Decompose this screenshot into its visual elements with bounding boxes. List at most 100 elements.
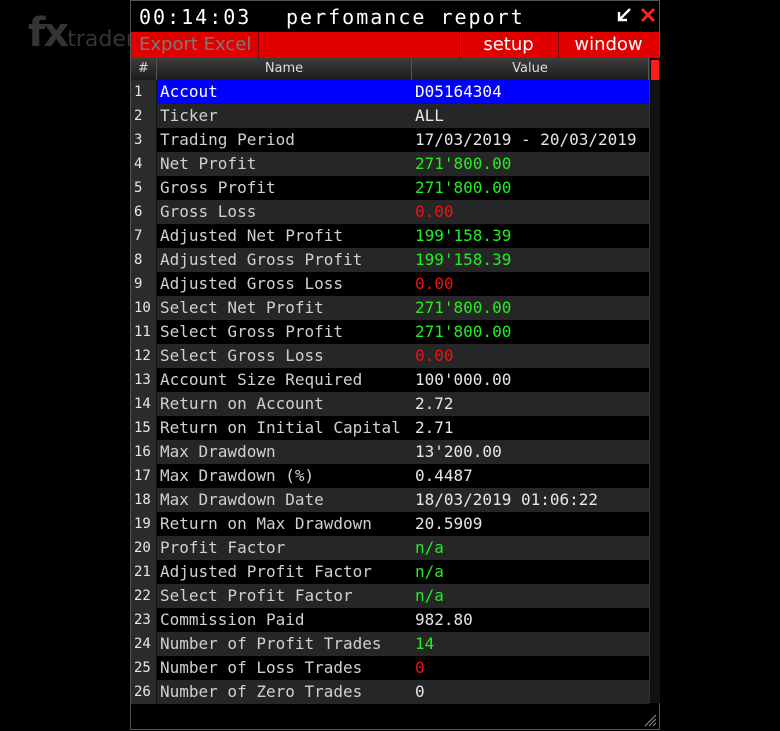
row-index: 20 (131, 536, 157, 560)
row-index: 23 (131, 608, 157, 632)
metric-name: Adjusted Net Profit (157, 224, 412, 248)
close-icon[interactable] (639, 6, 657, 24)
scrollbar-thumb[interactable] (651, 60, 659, 80)
row-index: 19 (131, 512, 157, 536)
metric-value: 982.80 (412, 608, 649, 632)
table-row[interactable]: 15 Return on Initial Capital 2.71 (131, 416, 649, 440)
row-index: 2 (131, 104, 157, 128)
metric-name: Profit Factor (157, 536, 412, 560)
table-row[interactable]: 20 Profit Factor n/a (131, 536, 649, 560)
row-index: 15 (131, 416, 157, 440)
table-row[interactable]: 4 Net Profit 271'800.00 (131, 152, 649, 176)
metric-value: 271'800.00 (412, 176, 649, 200)
header-name[interactable]: Name (157, 58, 412, 80)
table-row[interactable]: 7 Adjusted Net Profit 199'158.39 (131, 224, 649, 248)
clock: 00:14:03 (139, 5, 252, 29)
row-index: 6 (131, 200, 157, 224)
metric-name: Number of Profit Trades (157, 632, 412, 656)
metric-value: 199'158.39 (412, 248, 649, 272)
table-body: 1 Accout D05164304 2 Ticker ALL 3 Trading Perio… (131, 80, 649, 704)
table-row[interactable]: 25 Number of Loss Trades 0 (131, 656, 649, 680)
table-header: # Name Value (131, 58, 649, 80)
row-index: 3 (131, 128, 157, 152)
metric-value: 0.00 (412, 272, 649, 296)
metric-value: 271'800.00 (412, 296, 649, 320)
metric-value: 199'158.39 (412, 224, 649, 248)
metric-value: 18/03/2019 01:06:22 (412, 488, 649, 512)
table-row[interactable]: 8 Adjusted Gross Profit 199'158.39 (131, 248, 649, 272)
metric-name: Select Net Profit (157, 296, 412, 320)
row-index: 1 (131, 80, 157, 104)
row-index: 26 (131, 680, 157, 704)
restore-icon[interactable] (615, 6, 633, 24)
row-index: 18 (131, 488, 157, 512)
metric-name: Return on Account (157, 392, 412, 416)
table-row[interactable]: 23 Commission Paid 982.80 (131, 608, 649, 632)
header-value[interactable]: Value (412, 58, 649, 80)
table-row[interactable]: 14 Return on Account 2.72 (131, 392, 649, 416)
window-title: perfomance report (286, 5, 525, 29)
metric-value: 14 (412, 632, 649, 656)
table-row[interactable]: 2 Ticker ALL (131, 104, 649, 128)
watermark-suffix: trader (67, 27, 135, 52)
setup-button[interactable]: setup (459, 32, 559, 58)
row-index: 22 (131, 584, 157, 608)
table-row[interactable]: 16 Max Drawdown 13'200.00 (131, 440, 649, 464)
table-row[interactable]: 6 Gross Loss 0.00 (131, 200, 649, 224)
metric-name: Net Profit (157, 152, 412, 176)
metric-value: 0.00 (412, 200, 649, 224)
table-row[interactable]: 17 Max Drawdown (%) 0.4487 (131, 464, 649, 488)
table-row[interactable]: 12 Select Gross Loss 0.00 (131, 344, 649, 368)
vertical-scrollbar[interactable] (649, 58, 660, 703)
metric-name: Max Drawdown (157, 440, 412, 464)
table-row[interactable]: 19 Return on Max Drawdown 20.5909 (131, 512, 649, 536)
table-row[interactable]: 3 Trading Period 17/03/2019 - 20/03/2019 (131, 128, 649, 152)
metric-name: Select Gross Profit (157, 320, 412, 344)
table-row[interactable]: 21 Adjusted Profit Factor n/a (131, 560, 649, 584)
window-button[interactable]: window (558, 32, 659, 58)
row-index: 16 (131, 440, 157, 464)
metric-value: 2.72 (412, 392, 649, 416)
table-row[interactable]: 24 Number of Profit Trades 14 (131, 632, 649, 656)
table-row[interactable]: 1 Accout D05164304 (131, 80, 649, 104)
row-index: 5 (131, 176, 157, 200)
metric-name: Commission Paid (157, 608, 412, 632)
metric-name: Accout (157, 80, 412, 104)
report-table: # Name Value 1 Accout D05164304 2 Ticker ALL 3… (131, 58, 649, 704)
metric-value: 0 (412, 680, 649, 704)
menu-bar: Export Excel setup window (131, 32, 659, 58)
row-index: 7 (131, 224, 157, 248)
row-index: 17 (131, 464, 157, 488)
metric-value: 100'000.00 (412, 368, 649, 392)
header-index[interactable]: # (131, 58, 157, 80)
table-row[interactable]: 13 Account Size Required 100'000.00 (131, 368, 649, 392)
row-index: 9 (131, 272, 157, 296)
performance-report-window: 00:14:03 perfomance report Export Excel … (130, 0, 660, 730)
watermark-brand: fx (28, 10, 69, 56)
metric-value: n/a (412, 584, 649, 608)
metric-name: Gross Profit (157, 176, 412, 200)
metric-value: n/a (412, 536, 649, 560)
metric-value: 2.71 (412, 416, 649, 440)
metric-value: 20.5909 (412, 512, 649, 536)
resize-grip-icon[interactable] (641, 711, 657, 727)
metric-name: Select Gross Loss (157, 344, 412, 368)
table-row[interactable]: 10 Select Net Profit 271'800.00 (131, 296, 649, 320)
row-index: 4 (131, 152, 157, 176)
table-row[interactable]: 11 Select Gross Profit 271'800.00 (131, 320, 649, 344)
metric-value: n/a (412, 560, 649, 584)
export-excel-button[interactable]: Export Excel (131, 32, 259, 58)
table-row[interactable]: 18 Max Drawdown Date 18/03/2019 01:06:22 (131, 488, 649, 512)
table-row[interactable]: 9 Adjusted Gross Loss 0.00 (131, 272, 649, 296)
metric-name: Max Drawdown Date (157, 488, 412, 512)
metric-name: Adjusted Gross Profit (157, 248, 412, 272)
table-row[interactable]: 5 Gross Profit 271'800.00 (131, 176, 649, 200)
metric-name: Return on Initial Capital (157, 416, 412, 440)
table-row[interactable]: 22 Select Profit Factor n/a (131, 584, 649, 608)
metric-name: Number of Loss Trades (157, 656, 412, 680)
metric-value: 13'200.00 (412, 440, 649, 464)
table-row[interactable]: 26 Number of Zero Trades 0 (131, 680, 649, 704)
row-index: 24 (131, 632, 157, 656)
title-bar[interactable]: 00:14:03 perfomance report (131, 1, 659, 32)
row-index: 11 (131, 320, 157, 344)
